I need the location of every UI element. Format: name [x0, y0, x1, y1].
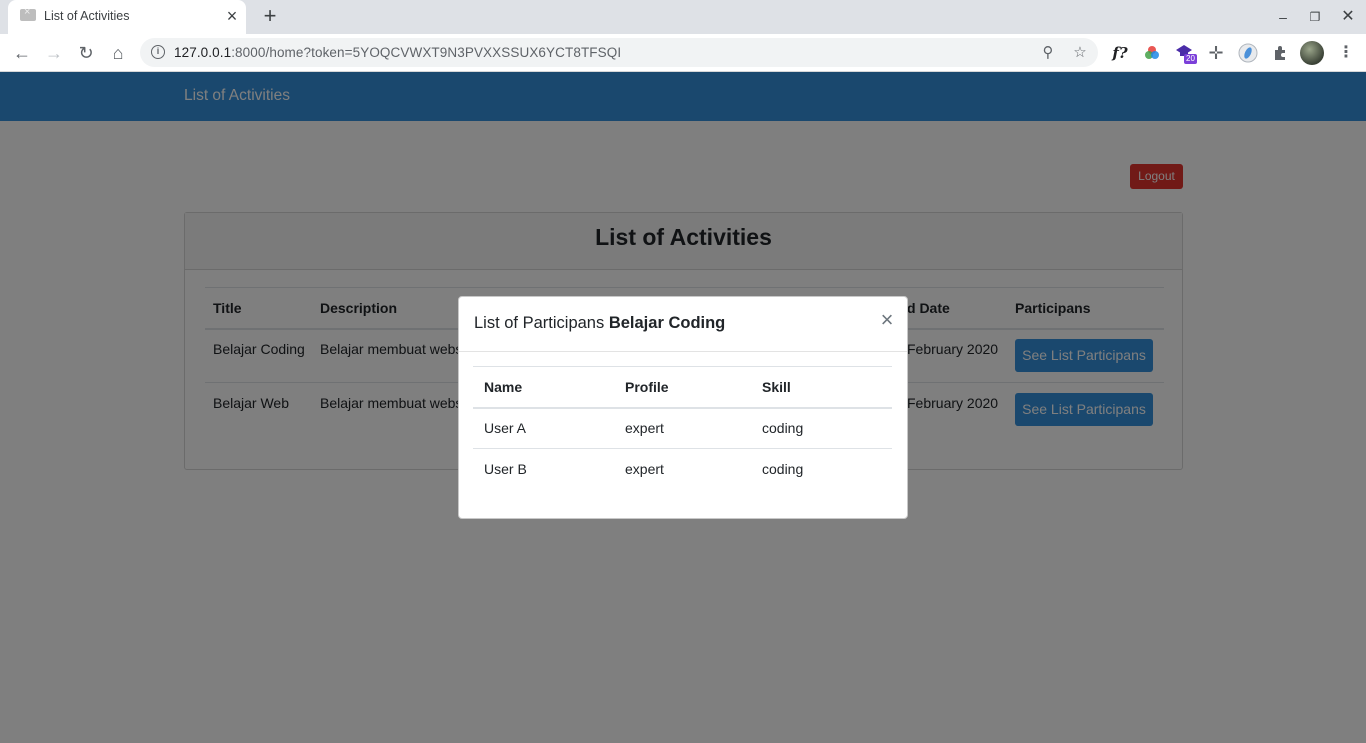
address-bar[interactable]: i 127.0.0.1:8000/home?token=5YOQCVWXT9N3…	[140, 38, 1098, 67]
url-text[interactable]: 127.0.0.1:8000/home?token=5YOQCVWXT9N3PV…	[174, 45, 621, 60]
close-window-icon[interactable]: ✕	[1336, 6, 1360, 28]
participant-profile: expert	[625, 420, 664, 436]
browser-tabstrip: List of Activities × + – ❐ ✕	[0, 0, 1366, 34]
home-icon[interactable]: ⌂	[104, 39, 132, 67]
tab-title: List of Activities	[44, 9, 130, 23]
modal-header-divider	[459, 351, 907, 352]
extension-color-icon[interactable]	[1140, 41, 1164, 65]
participant-skill: coding	[762, 420, 804, 436]
tab-favicon-icon	[20, 6, 36, 21]
participant-skill: coding	[762, 461, 804, 477]
browser-menu-icon[interactable]: ⋮	[1334, 41, 1358, 65]
modal-title: List of Participans Belajar Coding	[474, 314, 725, 333]
new-tab-icon[interactable]: +	[258, 4, 282, 28]
modal-column-skill: Skill	[762, 379, 791, 395]
participant-name: User B	[484, 461, 527, 477]
modal-close-icon[interactable]: ×	[876, 308, 898, 332]
browser-toolbar: ← → ↻ ⌂ i 127.0.0.1:8000/home?token=5YOQ…	[0, 34, 1366, 72]
forward-icon[interactable]: →	[40, 39, 68, 67]
browser-tab[interactable]: List of Activities ×	[8, 0, 246, 34]
site-info-icon[interactable]: i	[151, 45, 165, 59]
extension-fx-icon[interactable]: f?	[1108, 41, 1132, 65]
extension-graduation-icon[interactable]: 20	[1172, 41, 1197, 65]
modal-table-header-border	[473, 407, 892, 409]
minimize-icon[interactable]: –	[1271, 6, 1295, 28]
participant-name: User A	[484, 420, 527, 436]
extension-badge: 20	[1184, 54, 1197, 64]
modal-table-top-border	[473, 366, 892, 367]
restore-icon[interactable]: ❐	[1303, 6, 1327, 28]
bookmark-star-icon[interactable]: ☆	[1069, 42, 1091, 64]
tab-close-icon[interactable]: ×	[222, 6, 242, 26]
extensions-puzzle-icon[interactable]	[1268, 41, 1292, 65]
modal-column-profile: Profile	[625, 379, 669, 395]
modal-row-border	[473, 448, 892, 449]
participants-modal: List of Participans Belajar Coding × Nam…	[458, 296, 908, 519]
reload-icon[interactable]: ↻	[72, 39, 100, 67]
extension-move-icon[interactable]: ✛	[1204, 41, 1228, 65]
profile-avatar[interactable]	[1300, 41, 1324, 65]
modal-title-activity: Belajar Coding	[608, 314, 726, 332]
extension-circle-icon[interactable]	[1236, 41, 1260, 65]
back-icon[interactable]: ←	[8, 39, 36, 67]
participant-profile: expert	[625, 461, 664, 477]
modal-title-prefix: List of Participans	[474, 314, 605, 332]
modal-column-name: Name	[484, 379, 523, 395]
zoom-icon[interactable]: ⚲	[1037, 42, 1059, 64]
